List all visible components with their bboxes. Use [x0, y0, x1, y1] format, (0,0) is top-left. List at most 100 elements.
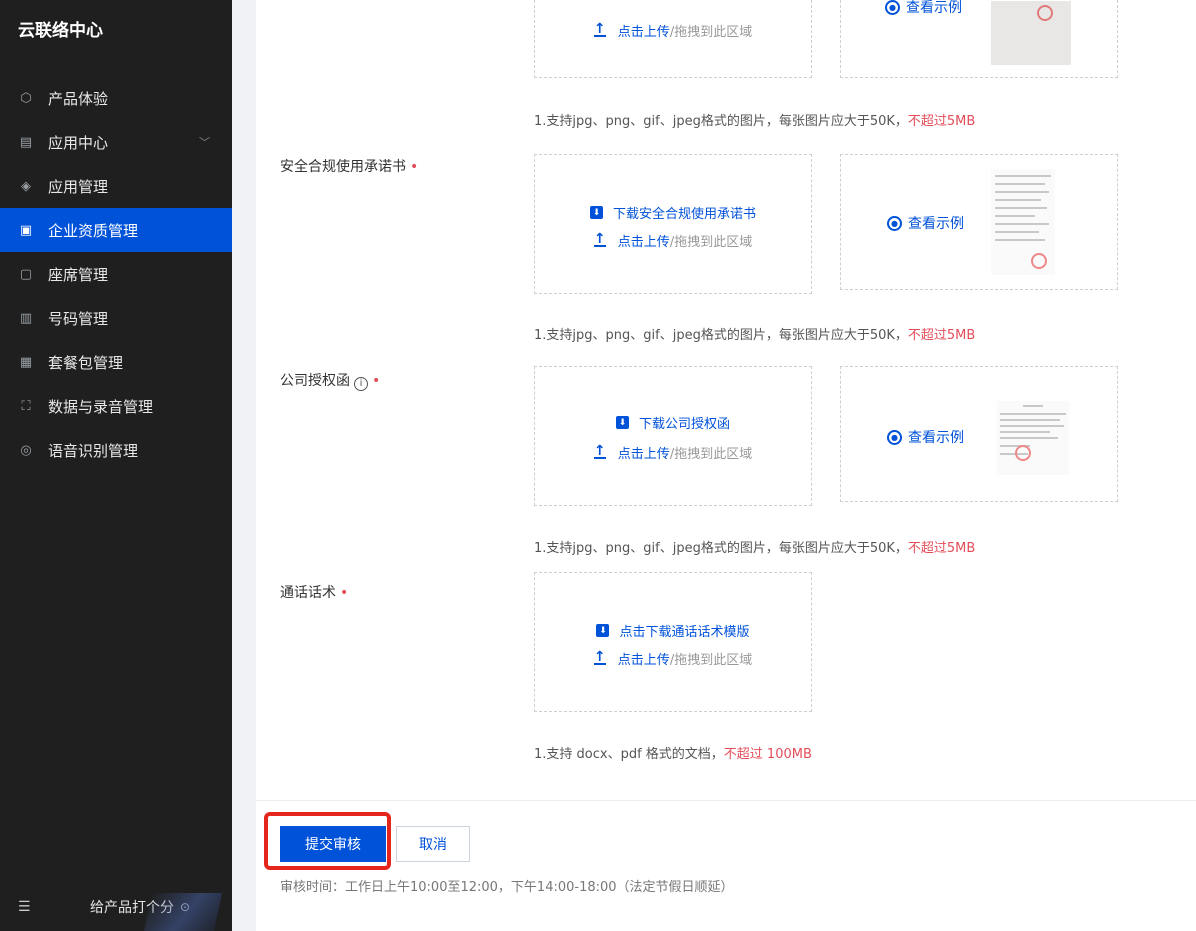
download-authorization-link[interactable]: 下载公司授权函: [639, 413, 730, 432]
sidebar-item-package-management[interactable]: ▦ 套餐包管理: [0, 340, 232, 384]
view-example-link[interactable]: ● 查看示例: [887, 213, 964, 233]
layers-icon: ◈: [21, 178, 31, 194]
label-text: 安全合规使用承诺书: [280, 159, 406, 175]
download-commitment-link[interactable]: 下载安全合规使用承诺书: [613, 203, 756, 222]
grid-icon: ▤: [19, 134, 33, 150]
commitment-upload-area[interactable]: ⬇ 下载安全合规使用承诺书 ↑ 点击上传 /拖拽到此区域: [534, 154, 812, 294]
label-text: 公司授权函: [280, 373, 350, 389]
upload-icon: ↑: [593, 443, 606, 459]
sidebar-item-label: 应用管理: [48, 177, 109, 196]
collapse-menu-icon[interactable]: ☰: [18, 899, 34, 915]
view-example-link[interactable]: ● 查看示例: [885, 0, 962, 17]
magnifier-icon: ●: [887, 429, 902, 445]
label-text: 通话话术: [280, 585, 336, 601]
hint-text: 1.支持 docx、pdf 格式的文档，: [534, 747, 724, 762]
upload-area-top[interactable]: ↑ 点击上传 /拖拽到此区域: [534, 0, 812, 78]
upload-hint: /拖拽到此区域: [669, 25, 753, 40]
sidebar-item-label: 数据与录音管理: [48, 397, 154, 416]
app-title: 云联络中心: [18, 21, 103, 41]
hint-text: 1.支持jpg、png、gif、jpeg格式的图片，每张图片应大于50K，: [534, 114, 908, 129]
chevron-down-icon: ﹀: [199, 136, 210, 149]
required-mark: •: [372, 373, 381, 389]
image-format-hint: 1.支持jpg、png、gif、jpeg格式的图片，每张图片应大于50K，不超过…: [534, 324, 975, 343]
upload-link[interactable]: 点击上传: [618, 21, 670, 40]
package-icon: ▦: [19, 354, 33, 370]
sidebar-item-agent-management[interactable]: ▢ 座席管理: [0, 252, 232, 296]
required-mark: •: [410, 159, 419, 175]
hint-limit: 不超过5MB: [907, 328, 976, 343]
download-line: ⬇ 下载安全合规使用承诺书: [535, 203, 811, 222]
view-example-label: 查看示例: [906, 0, 962, 16]
stamp-image: [1037, 5, 1053, 21]
sidebar-footer: ☰ 给产品打个分 ⊙: [0, 883, 232, 931]
upload-icon: ↑: [593, 649, 606, 665]
download-script-template-link[interactable]: 点击下载通话话术模版: [619, 621, 749, 640]
call-script-label: 通话话术 •: [280, 582, 348, 602]
upload-line: ↑ 点击上传 /拖拽到此区域: [535, 443, 811, 462]
commitment-label: 安全合规使用承诺书 •: [280, 156, 418, 176]
review-time-text: 审核时间：工作日上午10:00至12:00，下午14:00-18:00（法定节假…: [280, 880, 734, 895]
agent-icon: ▢: [19, 266, 33, 282]
upload-line: ↑ 点击上传 /拖拽到此区域: [535, 649, 811, 668]
divider: [256, 800, 1196, 801]
sidebar-item-label: 套餐包管理: [48, 353, 124, 372]
commitment-example-area: ● 查看示例: [840, 154, 1118, 290]
hint-limit: 不超过5MB: [907, 114, 976, 129]
view-example-label: 查看示例: [908, 216, 964, 232]
upload-hint: /拖拽到此区域: [669, 653, 753, 668]
upload-link[interactable]: 点击上传: [618, 649, 670, 668]
download-icon: ⬇: [615, 416, 629, 429]
stamp-image: [1015, 445, 1031, 461]
voice-icon: ◎: [20, 442, 32, 458]
sidebar-item-number-management[interactable]: ▥ 号码管理: [0, 296, 232, 340]
call-script-upload-area[interactable]: ⬇ 点击下载通话话术模版 ↑ 点击上传 /拖拽到此区域: [534, 572, 812, 712]
sidebar-item-data-recording[interactable]: ⛶ 数据与录音管理: [0, 384, 232, 428]
sidebar-menu: ⬡ 产品体验 ▤ 应用中心 ﹀ ◈ 应用管理 ▣ 企业资质管理 ▢ 座席管理 ▥…: [0, 76, 232, 472]
sidebar-item-product-experience[interactable]: ⬡ 产品体验: [0, 76, 232, 120]
cube-icon: ⬡: [20, 90, 32, 106]
sidebar-item-label: 企业资质管理: [48, 221, 139, 240]
upload-link[interactable]: 点击上传: [618, 231, 670, 250]
info-icon[interactable]: i: [354, 376, 368, 391]
download-icon: ⬇: [589, 206, 603, 219]
upload-icon: ↑: [593, 231, 606, 247]
image-format-hint: 1.支持jpg、png、gif、jpeg格式的图片，每张图片应大于50K，不超过…: [534, 537, 975, 556]
cancel-button[interactable]: 取消: [396, 826, 470, 862]
authorization-example-area: ● 查看示例: [840, 366, 1118, 502]
upload-hint: /拖拽到此区域: [669, 447, 753, 462]
main-content: ↑ 点击上传 /拖拽到此区域 ● 查看示例 1.支持jpg、png、gif、jp…: [256, 0, 1196, 931]
download-icon: ⬇: [596, 624, 610, 637]
hint-text: 1.支持jpg、png、gif、jpeg格式的图片，每张图片应大于50K，: [534, 328, 908, 343]
decorative-graphic: [143, 893, 223, 931]
sidebar-item-speech-recognition[interactable]: ◎ 语音识别管理: [0, 428, 232, 472]
hint-text: 1.支持jpg、png、gif、jpeg格式的图片，每张图片应大于50K，: [534, 541, 908, 556]
view-example-label: 查看示例: [908, 430, 964, 446]
sidebar-item-app-center[interactable]: ▤ 应用中心 ﹀: [0, 120, 232, 164]
upload-link[interactable]: 点击上传: [618, 443, 670, 462]
upload-line: ↑ 点击上传 /拖拽到此区域: [535, 21, 811, 40]
hint-limit: 不超过 100MB: [723, 747, 812, 762]
magnifier-icon: ●: [885, 0, 900, 15]
list-icon: ▥: [19, 310, 33, 326]
sidebar-item-label: 语音识别管理: [48, 441, 139, 460]
scan-icon: ⛶: [21, 398, 31, 414]
stamp-image: [1031, 253, 1047, 269]
sidebar-item-label: 座席管理: [48, 265, 109, 284]
document-format-hint: 1.支持 docx、pdf 格式的文档，不超过 100MB: [534, 743, 812, 762]
magnifier-icon: ●: [887, 215, 902, 231]
upload-line: ↑ 点击上传 /拖拽到此区域: [535, 231, 811, 250]
authorization-upload-area[interactable]: ⬇ 下载公司授权函 ↑ 点击上传 /拖拽到此区域: [534, 366, 812, 506]
sidebar: 云联络中心 ⬡ 产品体验 ▤ 应用中心 ﹀ ◈ 应用管理 ▣ 企业资质管理 ▢ …: [0, 0, 232, 931]
image-format-hint: 1.支持jpg、png、gif、jpeg格式的图片，每张图片应大于50K，不超过…: [534, 110, 975, 129]
sidebar-item-enterprise-qualification[interactable]: ▣ 企业资质管理: [0, 208, 232, 252]
authorization-label: 公司授权函 i •: [280, 370, 380, 391]
upload-hint: /拖拽到此区域: [669, 235, 753, 250]
submit-review-button[interactable]: 提交审核: [280, 826, 386, 862]
example-thumbnail: [997, 401, 1069, 475]
view-example-link[interactable]: ● 查看示例: [887, 427, 964, 447]
folder-icon: ▣: [19, 222, 33, 238]
example-thumbnail: [991, 169, 1055, 275]
sidebar-item-app-management[interactable]: ◈ 应用管理: [0, 164, 232, 208]
required-mark: •: [340, 585, 349, 601]
upload-icon: ↑: [593, 21, 606, 37]
